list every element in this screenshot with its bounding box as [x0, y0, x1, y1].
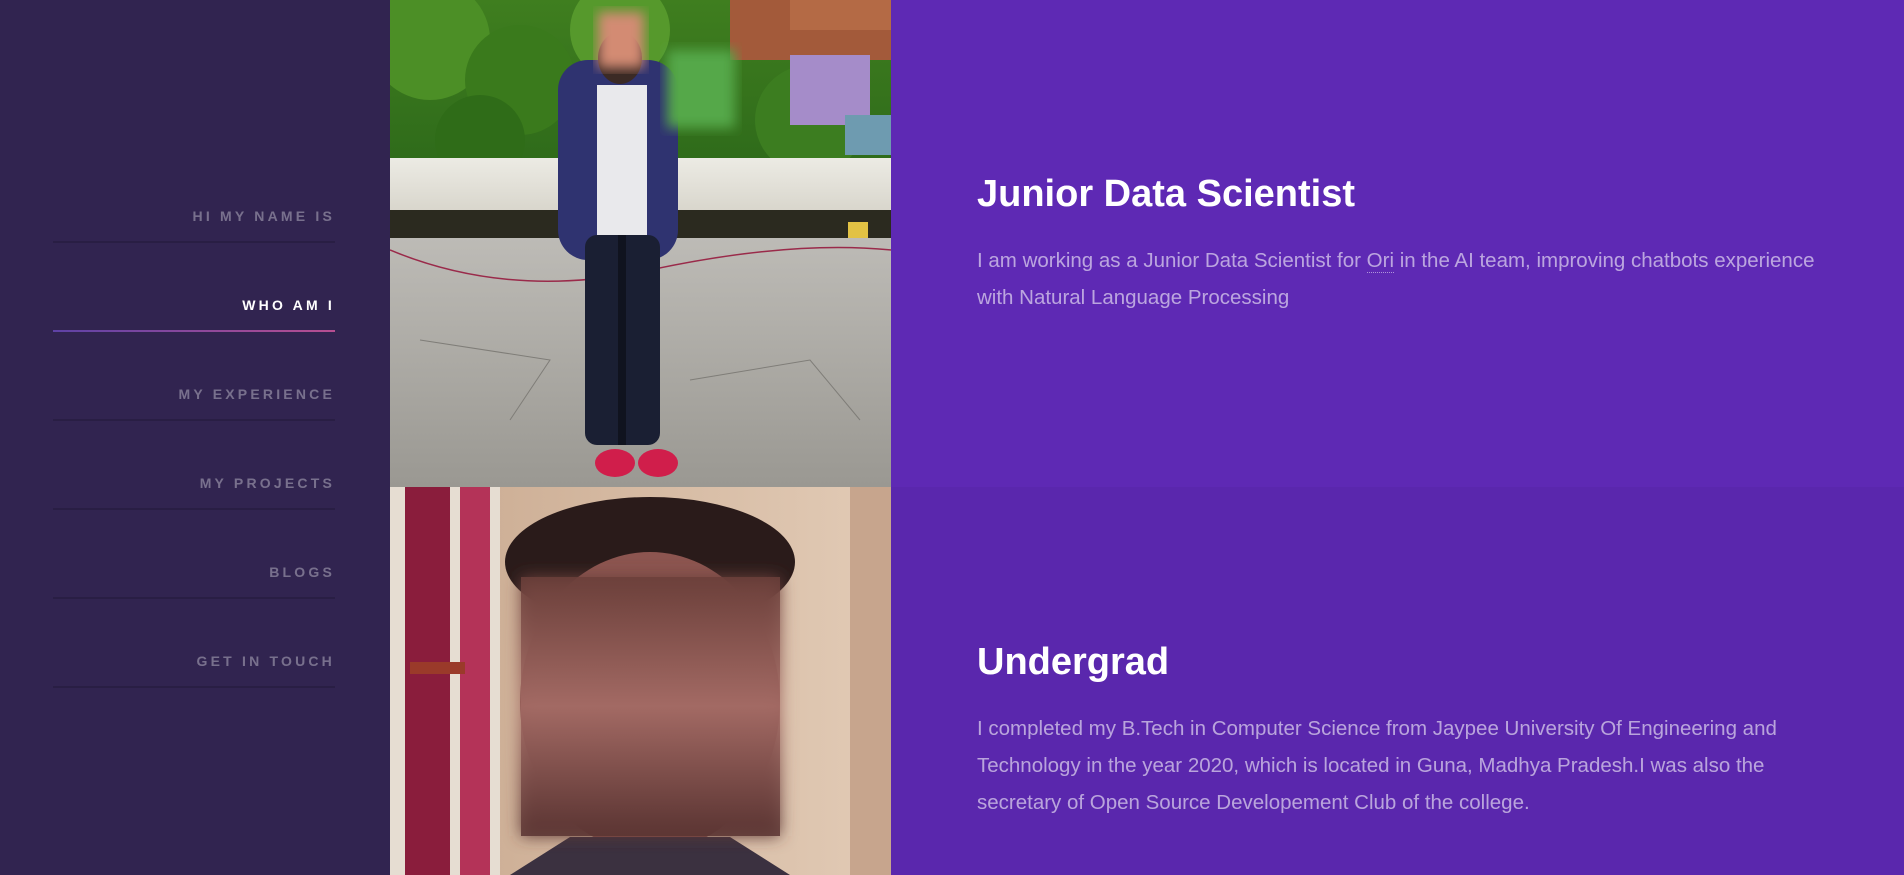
nav-item-underline: [53, 597, 335, 599]
nav-item-label: MY EXPERIENCE: [178, 386, 335, 402]
spotlight-undergrad: Undergrad I completed my B.Tech in Compu…: [390, 487, 1904, 875]
profile-photo-standing: [390, 0, 891, 487]
sidebar-nav: HI MY NAME IS WHO AM I MY EXPERIENCE MY …: [53, 190, 335, 724]
nav-item-label: BLOGS: [269, 564, 335, 580]
spotlight-junior-data-scientist: Junior Data Scientist I am working as a …: [390, 0, 1904, 487]
sidebar: HI MY NAME IS WHO AM I MY EXPERIENCE MY …: [0, 0, 390, 875]
nav-item-underline: [53, 419, 335, 421]
nav-item-underline: [53, 686, 335, 688]
nav-item-underline: [53, 241, 335, 243]
profile-photo-portrait: [390, 487, 891, 875]
section-description: I completed my B.Tech in Computer Scienc…: [977, 716, 1777, 814]
nav-item-underline-active: [53, 330, 335, 332]
section-description: I am working as a Junior Data Scientist …: [977, 242, 1824, 316]
nav-item-my-projects[interactable]: MY PROJECTS: [53, 457, 335, 546]
nav-item-who-am-i[interactable]: WHO AM I: [53, 279, 335, 368]
section-title: Undergrad: [977, 641, 1170, 683]
nav-item-get-in-touch[interactable]: GET IN TOUCH: [53, 635, 335, 724]
nav-item-label: HI MY NAME IS: [192, 208, 335, 224]
description-text-before: I am working as a Junior Data Scientist …: [977, 248, 1367, 272]
nav-item-underline: [53, 508, 335, 510]
nav-item-label: MY PROJECTS: [199, 475, 335, 491]
nav-item-blogs[interactable]: BLOGS: [53, 546, 335, 635]
section-content: Undergrad I completed my B.Tech in Compu…: [977, 641, 1824, 821]
nav-item-label: GET IN TOUCH: [196, 653, 335, 669]
company-link-ori[interactable]: Ori: [1366, 248, 1394, 273]
section-content: Junior Data Scientist I am working as a …: [977, 173, 1824, 316]
nav-item-label: WHO AM I: [242, 297, 335, 313]
nav-item-my-experience[interactable]: MY EXPERIENCE: [53, 368, 335, 457]
section-title: Junior Data Scientist: [977, 173, 1355, 215]
nav-item-hi-my-name-is[interactable]: HI MY NAME IS: [53, 190, 335, 279]
